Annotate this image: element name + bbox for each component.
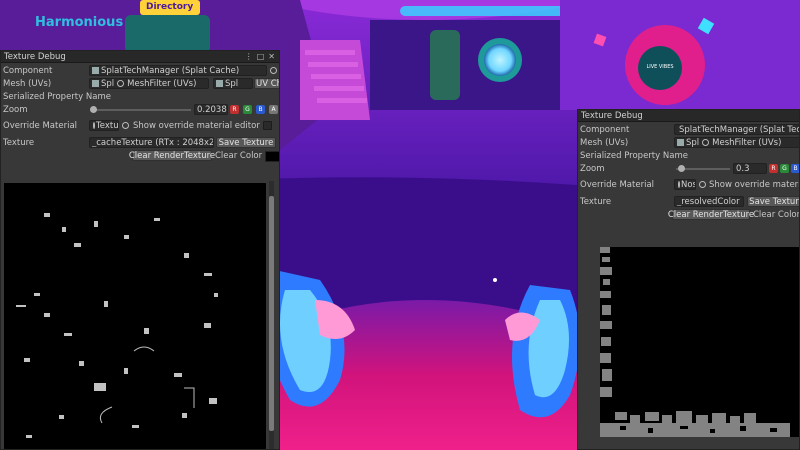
zoom-label: Zoom [3, 104, 28, 115]
save-texture-button[interactable]: Save Textur [747, 196, 799, 207]
channel-b-button[interactable]: B [791, 164, 799, 173]
object-picker-icon[interactable] [270, 67, 277, 74]
texture-dropdown[interactable]: _cacheTexture (RTx : 2048x204 ▾ [89, 137, 214, 148]
mesh-value-a: Spl [101, 78, 115, 89]
window-title-bar[interactable]: Texture Debug [578, 110, 799, 122]
directory-sign-text: Directory [146, 2, 194, 12]
window-title: Texture Debug [4, 51, 66, 62]
channel-a-button[interactable]: A [269, 105, 278, 114]
component-row: Component SplatTechManager (Splat Tech M [578, 123, 799, 136]
texture-dropdown[interactable]: _resolvedColor (RT ▾ [674, 196, 744, 207]
mesh-object-icon [677, 139, 684, 146]
mesh-value-c: Spl [225, 78, 239, 89]
texture-debug-window-right[interactable]: Texture Debug Component SplatTechManager… [577, 109, 800, 450]
override-material-label: Override Material [3, 120, 78, 131]
serialized-row: Serialized Property Name [578, 149, 799, 162]
component-value: SplatTechManager (Splat Cache) [101, 65, 240, 76]
component-label: Component [3, 65, 53, 76]
override-material-value: Texture [96, 120, 119, 131]
channel-r-button[interactable]: R [230, 105, 239, 114]
zoom-row: Zoom 0.2038 R G B A [1, 103, 279, 116]
texture-preview[interactable] [600, 247, 799, 437]
texture-preview-content [600, 247, 790, 437]
mesh-value-b: MeshFilter (UVs) [712, 137, 782, 148]
texture-label: Texture [580, 196, 612, 207]
clear-rendertexture-button[interactable]: Clear RenderTexture [668, 209, 754, 220]
portal-sign-text: LIVE VIBES [646, 64, 673, 70]
zoom-slider-knob[interactable] [678, 165, 686, 172]
zoom-slider-knob[interactable] [90, 106, 97, 113]
close-icon[interactable]: ✕ [268, 52, 275, 61]
window-title: Texture Debug [581, 110, 643, 121]
override-row: Override Material Texture Show override … [1, 119, 279, 132]
texture-preview[interactable] [4, 183, 266, 449]
component-label: Component [580, 124, 630, 135]
uv-channel-button[interactable]: UV Ch [254, 78, 279, 89]
clear-color-swatch[interactable] [265, 151, 279, 162]
mesh-picker-icon[interactable] [117, 80, 125, 87]
override-material-icon [93, 122, 95, 129]
show-override-editor-text: Show override material editor [133, 120, 260, 131]
mesh-field-b[interactable]: Spl [213, 78, 253, 89]
zoom-row: Zoom 0.3 R G B [578, 162, 799, 175]
mesh-label: Mesh (UVs) [580, 137, 629, 148]
menu-dots-icon[interactable]: ⋮ [245, 52, 253, 61]
channel-b-button[interactable]: B [256, 105, 265, 114]
maximize-icon[interactable]: □ [257, 52, 265, 61]
texture-label: Texture [3, 137, 35, 148]
override-picker-icon[interactable] [699, 181, 706, 188]
override-material-label: Override Material [580, 179, 655, 190]
serialized-property-label: Serialized Property Name [580, 150, 688, 161]
override-material-value: Nos [681, 179, 696, 190]
mesh-label: Mesh (UVs) [3, 78, 52, 89]
mesh-object-icon [92, 80, 99, 87]
texture-preview-content [16, 213, 218, 438]
mesh-row: Mesh (UVs) Spl MeshFilter (UVs) [578, 136, 799, 149]
channel-r-button[interactable]: R [769, 164, 778, 173]
override-material-field[interactable]: Texture [89, 120, 119, 131]
clear-row: Clear RenderTexture Clear Color [578, 208, 800, 221]
window-title-bar[interactable]: Texture Debug ⋮ □ ✕ [1, 51, 279, 63]
mesh-field-a[interactable]: Spl MeshFilter (UVs) [89, 78, 209, 89]
texture-row: Texture _cacheTexture (RTx : 2048x204 ▾ … [1, 136, 279, 149]
clear-color-label: Clear Color [753, 209, 800, 220]
clear-rendertexture-button[interactable]: Clear RenderTexture [129, 150, 215, 161]
override-material-icon [678, 181, 680, 188]
logo-text: Harmonious [35, 15, 124, 30]
texture-scrollbar-thumb[interactable] [269, 196, 274, 431]
serialized-property-label: Serialized Property Name [3, 91, 111, 102]
texture-dropdown-value: _resolvedColor (RT [677, 196, 743, 207]
show-override-editor-text: Show override material edit [709, 179, 800, 190]
component-field[interactable]: SplatTechManager (Splat Tech M [674, 124, 799, 135]
component-value: SplatTechManager (Splat Tech M [679, 124, 799, 135]
mesh-b-object-icon [216, 80, 223, 87]
texture-debug-window-left[interactable]: Texture Debug ⋮ □ ✕ Component SplatTechM… [0, 50, 280, 450]
zoom-value-field[interactable]: 0.2038 [194, 104, 228, 115]
override-material-field[interactable]: Nos [674, 179, 696, 190]
texture-row: Texture _resolvedColor (RT ▾ Save Textur [578, 195, 799, 208]
clear-row: Clear RenderTexture Clear Color [1, 149, 279, 162]
zoom-label: Zoom [580, 163, 605, 174]
mesh-row: Mesh (UVs) Spl MeshFilter (UVs) Spl UV C… [1, 77, 279, 90]
save-texture-button[interactable]: Save Texture [216, 137, 276, 148]
texture-dropdown-value: _cacheTexture (RTx : 2048x204 [92, 137, 214, 148]
serialized-row: Serialized Property Name [1, 90, 279, 103]
channel-g-button[interactable]: G [243, 105, 252, 114]
mesh-value-b: MeshFilter (UVs) [127, 78, 197, 89]
component-field[interactable]: SplatTechManager (Splat Cache) [89, 65, 267, 76]
mesh-value-a: Spl [686, 137, 700, 148]
mesh-field[interactable]: Spl MeshFilter (UVs) [674, 137, 799, 148]
override-row: Override Material Nos Show override mate… [578, 178, 800, 191]
zoom-slider-track[interactable] [91, 109, 191, 111]
clear-color-label: Clear Color [215, 150, 263, 161]
override-picker-icon[interactable] [122, 122, 129, 129]
channel-g-button[interactable]: G [780, 164, 789, 173]
zoom-value-field[interactable]: 0.3 [733, 163, 767, 174]
component-object-icon [92, 67, 99, 74]
component-row: Component SplatTechManager (Splat Cache) [1, 64, 279, 77]
mesh-picker-icon[interactable] [702, 139, 710, 146]
show-override-checkbox[interactable] [263, 121, 272, 130]
